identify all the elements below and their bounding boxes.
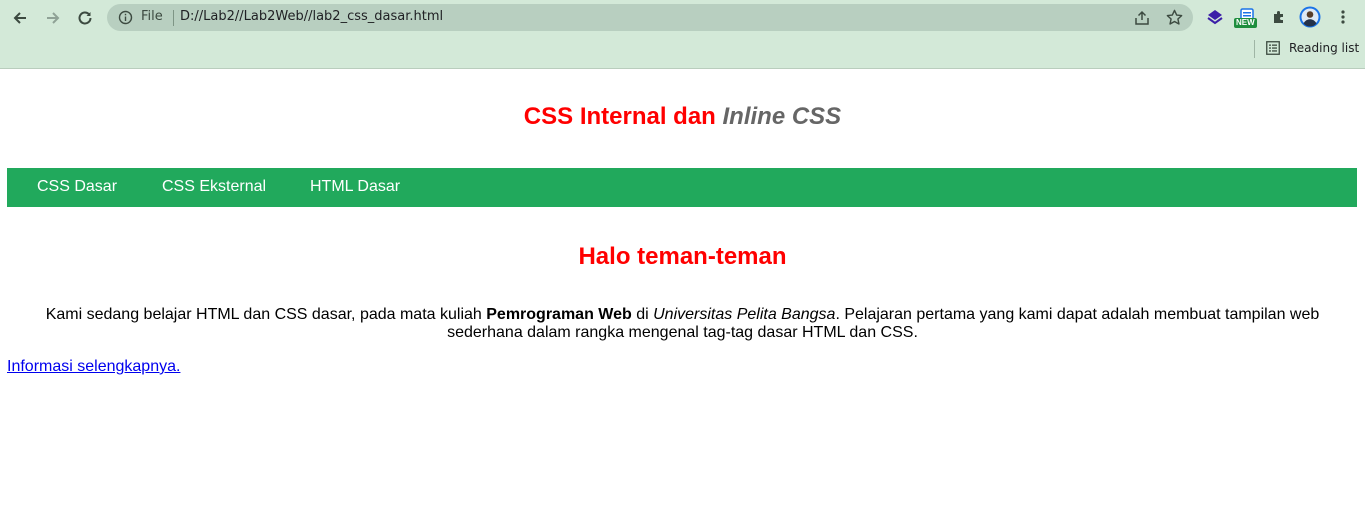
web-page: CSS Internal dan Inline CSS CSS Dasar CS… xyxy=(0,69,1365,509)
address-divider xyxy=(173,10,174,26)
more-icon xyxy=(1341,10,1345,24)
back-button[interactable] xyxy=(8,6,32,30)
extensions-button[interactable] xyxy=(1268,6,1290,28)
nav-link-css-eksternal[interactable]: CSS Eksternal xyxy=(162,178,266,196)
course-name: Pemrograman Web xyxy=(486,306,632,323)
page-title: CSS Internal dan Inline CSS xyxy=(0,103,1365,131)
extension-layers-icon xyxy=(1207,10,1223,25)
reading-list-icon[interactable] xyxy=(1266,41,1280,55)
university-name: Universitas Pelita Bangsa xyxy=(653,306,836,323)
greeting-heading: Halo teman-teman xyxy=(578,243,787,270)
puzzle-icon xyxy=(1274,11,1283,23)
new-badge: NEW xyxy=(1234,18,1257,28)
menu-button[interactable] xyxy=(1332,6,1354,28)
address-scheme: File xyxy=(141,9,163,24)
address-bar[interactable]: File D://Lab2//Lab2Web//lab2_css_dasar.h… xyxy=(107,4,1193,31)
reload-button[interactable] xyxy=(73,6,97,30)
extension-layers-button[interactable] xyxy=(1204,6,1226,28)
profile-button[interactable] xyxy=(1299,6,1321,28)
address-url[interactable]: D://Lab2//Lab2Web//lab2_css_dasar.html xyxy=(180,9,443,24)
profile-avatar xyxy=(1299,6,1321,28)
more-info-link[interactable]: Informasi selengkapnya. xyxy=(7,358,180,376)
page-title-main: CSS Internal dan xyxy=(523,103,723,130)
intro-text-middle: di xyxy=(631,306,654,323)
nav-link-css-dasar[interactable]: CSS Dasar xyxy=(37,178,117,196)
intro-paragraph: Kami sedang belajar HTML dan CSS dasar, … xyxy=(30,306,1335,342)
back-icon xyxy=(13,12,26,24)
nav-bar: CSS Dasar CSS Eksternal HTML Dasar xyxy=(7,168,1357,207)
forward-icon xyxy=(47,12,60,24)
nav-link-html-dasar[interactable]: HTML Dasar xyxy=(310,178,400,196)
browser-toolbar: File D://Lab2//Lab2Web//lab2_css_dasar.h… xyxy=(0,0,1365,69)
share-icon[interactable] xyxy=(1133,9,1151,27)
reading-list-button[interactable]: Reading list xyxy=(1289,41,1359,55)
page-title-inline: Inline CSS xyxy=(722,103,842,130)
forward-button[interactable] xyxy=(41,6,65,30)
reload-icon xyxy=(78,11,92,25)
intro-text-start: Kami sedang belajar HTML dan CSS dasar, … xyxy=(45,306,487,323)
info-icon[interactable] xyxy=(118,10,133,25)
bookmark-divider xyxy=(1254,40,1255,58)
star-icon[interactable] xyxy=(1165,8,1184,27)
